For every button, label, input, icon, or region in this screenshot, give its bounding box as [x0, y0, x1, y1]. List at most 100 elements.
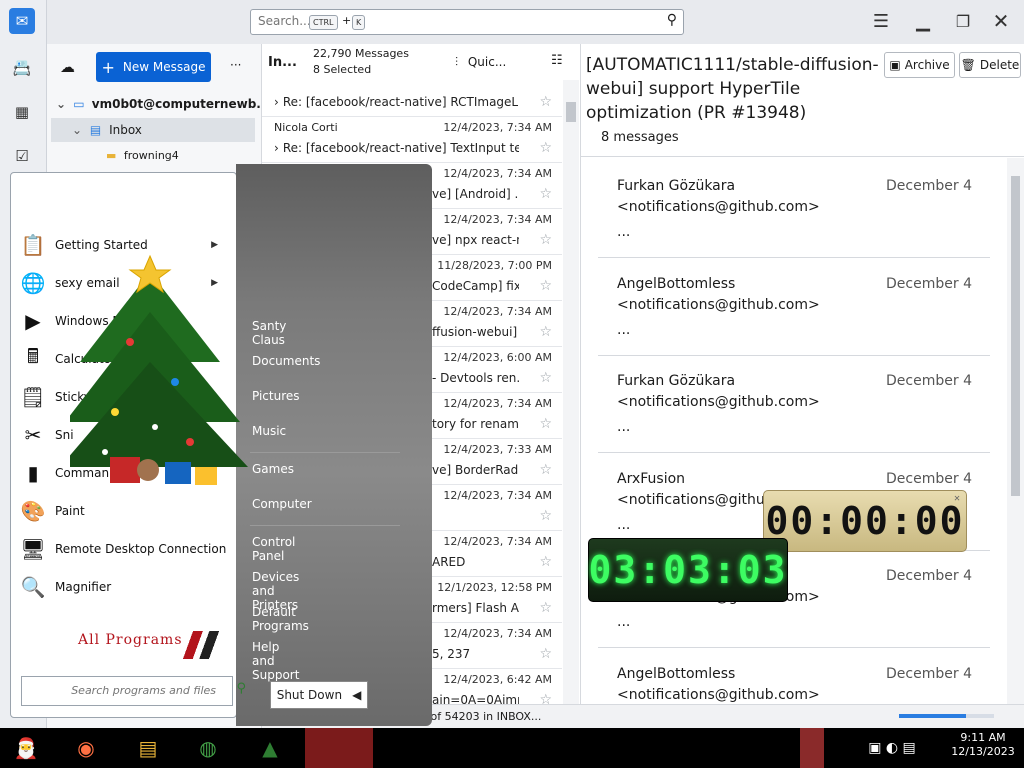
star-icon[interactable]: ☆	[539, 416, 552, 432]
calendar-icon[interactable]: ▦	[9, 99, 35, 125]
start-place-item[interactable]: Default Programs	[252, 605, 309, 633]
tray-app-icon[interactable]	[800, 728, 824, 768]
table-row[interactable]: › Re: [facebook/react-native] RCTImageL..…	[262, 80, 562, 117]
close-button[interactable]: ✕	[986, 9, 1016, 33]
subfolder-item[interactable]: ▬ frowning4	[106, 149, 179, 162]
start-place-item[interactable]: Documents	[252, 354, 320, 368]
start-place-item[interactable]: Games	[252, 462, 294, 476]
search-icon[interactable]: ⚲	[236, 681, 246, 696]
thread-message-card[interactable]: Furkan Gözükara <notifications@github.com…	[598, 355, 990, 453]
close-icon[interactable]: ✕	[954, 493, 962, 504]
message-date: December 4	[886, 665, 972, 682]
message-list-scrollbar[interactable]	[563, 80, 579, 704]
table-row[interactable]: Nicola Corti 12/4/2023, 7:34 AM › Re: [face…	[262, 116, 562, 163]
quick-filter-button[interactable]: ⫶ Quic...	[455, 55, 506, 70]
message-snippet: ...	[617, 321, 631, 338]
notification-area-icons[interactable]: ▣ ◐ ▤	[838, 728, 946, 768]
delete-button[interactable]: 🗑 Delete	[959, 52, 1021, 78]
subject-line: [AUTOMATIC1111/stable-diffusion-	[586, 55, 879, 75]
start-place-item[interactable]: Music	[252, 424, 286, 438]
thread-message-card[interactable]: Furkan Gözükara <notifications@github.com…	[598, 160, 990, 258]
search-icon[interactable]: ⚲	[667, 12, 677, 28]
start-place-item[interactable]: Pictures	[252, 389, 300, 403]
row-date: 11/28/2023, 7:00 PM	[437, 259, 552, 272]
row-subject-text: Re: [facebook/react-native] RCTImageL...	[282, 95, 519, 109]
star-icon[interactable]: ☆	[539, 278, 552, 294]
message-email: <notifications@github.com>	[617, 199, 820, 215]
star-icon[interactable]: ☆	[539, 370, 552, 386]
start-program-item[interactable]: 🎨 Paint	[18, 494, 228, 528]
address-book-icon[interactable]: 📇	[9, 55, 35, 81]
row-date: 12/4/2023, 7:33 AM	[443, 443, 552, 456]
row-date: 12/4/2023, 7:34 AM	[443, 305, 552, 318]
thread-message-card[interactable]: AngelBottomless <notifications@github.com…	[598, 258, 990, 356]
row-subject-text: ve] [Android] ...	[432, 187, 519, 201]
start-program-item[interactable]: 🖥 Remote Desktop Connection	[18, 532, 228, 566]
star-icon[interactable]: ☆	[539, 692, 552, 704]
global-search[interactable]: CTRL + K ⚲	[250, 9, 684, 35]
santa-start-button-icon[interactable]: 🎅	[6, 728, 46, 768]
tasks-icon[interactable]: ☑	[9, 143, 35, 169]
stopwatch-gadget[interactable]: 00:00:00 ✕	[763, 490, 967, 552]
submenu-arrow-icon: ▶	[211, 240, 218, 250]
taskbar-window-thumbnail[interactable]	[305, 728, 373, 768]
thread-message-count: 8 messages	[601, 130, 679, 145]
start-place-item[interactable]: Santy Claus	[252, 319, 286, 347]
kbd-plus: +	[342, 14, 352, 27]
shutdown-arrow-icon[interactable]: ◀	[352, 688, 361, 702]
message-email: <notifications@github.com>	[617, 686, 820, 703]
places-separator	[250, 452, 400, 453]
scrollbar-thumb[interactable]	[1011, 176, 1020, 496]
kbd-ctrl: CTRL	[309, 15, 338, 30]
restore-button[interactable]: ❐	[948, 9, 978, 33]
app-menu-icon[interactable]: ☰	[866, 9, 896, 33]
star-icon[interactable]: ☆	[539, 462, 552, 478]
shutdown-label: Shut Down	[276, 688, 343, 702]
remote-desktop-icon: 🖥	[20, 537, 46, 561]
mail-icon[interactable]: ✉	[9, 8, 35, 34]
message-date: December 4	[886, 178, 972, 194]
windows-media-icon: ▶	[25, 309, 41, 333]
thread-message-card[interactable]: AngelBottomless <notifications@github.com…	[598, 648, 990, 705]
sticky-notes-icon: 🗒	[20, 385, 46, 409]
command-prompt-icon: ▮	[27, 461, 39, 485]
chrome-icon[interactable]: ◍	[188, 728, 228, 768]
start-program-item[interactable]: 🔍 Magnifier	[18, 570, 228, 604]
start-place-item[interactable]: Control Panel	[252, 535, 295, 563]
row-date: 12/4/2023, 7:34 AM	[443, 213, 552, 226]
archive-button[interactable]: ▣ Archive	[884, 52, 955, 78]
star-icon[interactable]: ☆	[539, 94, 552, 110]
scrollbar-thumb[interactable]	[566, 102, 576, 122]
star-icon[interactable]: ☆	[539, 646, 552, 662]
file-explorer-icon[interactable]: ▤	[128, 728, 168, 768]
display-options-icon[interactable]: ☷	[551, 53, 563, 68]
reader-scrollbar[interactable]	[1007, 158, 1024, 704]
start-search-box[interactable]: ⚲	[21, 676, 246, 706]
star-icon[interactable]: ☆	[539, 232, 552, 248]
star-icon[interactable]: ☆	[539, 600, 552, 616]
christmas-tree-icon[interactable]: ▲	[250, 728, 290, 768]
message-email: <notifications@github	[617, 491, 774, 508]
star-icon[interactable]: ☆	[539, 508, 552, 524]
star-icon[interactable]: ☆	[539, 554, 552, 570]
get-messages-icon[interactable]: ☁	[60, 58, 75, 76]
row-date: 12/4/2023, 7:34 AM	[443, 397, 552, 410]
folder-pane-more-button[interactable]: ···	[230, 58, 241, 72]
stopwatch-time: 00:00:00	[765, 499, 965, 543]
star-icon[interactable]: ☆	[539, 186, 552, 202]
account-row[interactable]: ⌄ ▭ vm0b0t@computernewb...	[56, 97, 270, 111]
start-place-item[interactable]: Computer	[252, 497, 312, 511]
star-icon[interactable]: ☆	[539, 324, 552, 340]
message-email: <notifications@github.com>	[617, 296, 820, 313]
start-place-item[interactable]: Help and Support	[252, 640, 299, 682]
new-message-button[interactable]: + New Message	[96, 52, 211, 82]
inbox-folder[interactable]: ⌄ ▤ Inbox	[72, 123, 142, 137]
star-icon[interactable]: ☆	[539, 140, 552, 156]
countdown-gadget[interactable]: 03:03:03	[588, 538, 788, 602]
shutdown-button[interactable]: Shut Down ◀	[270, 681, 368, 709]
delete-label: Delete	[979, 58, 1020, 72]
firefox-icon[interactable]: ◉	[66, 728, 106, 768]
taskbar-clock[interactable]: 9:11 AM 12/13/2023	[948, 731, 1018, 759]
start-search-input[interactable]	[26, 683, 218, 698]
minimize-button[interactable]: ▁	[908, 9, 938, 33]
